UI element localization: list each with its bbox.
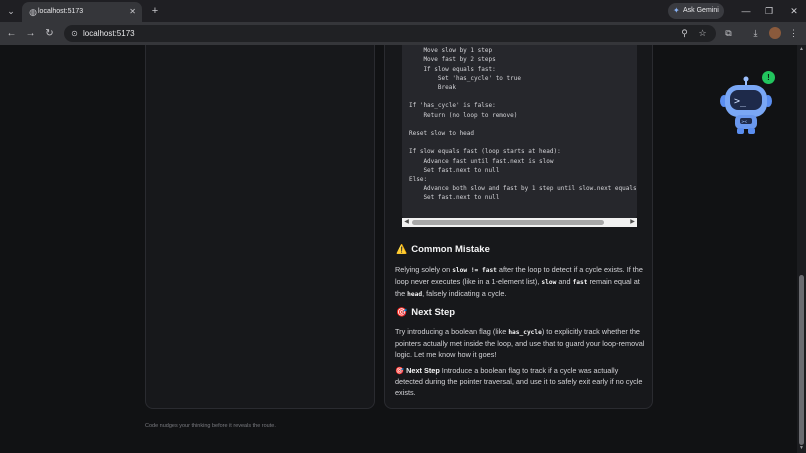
profile-avatar[interactable] <box>769 27 781 39</box>
browser-tab[interactable]: ◍ localhost:5173 ✕ <box>22 2 142 22</box>
tab-strip: ⌄ ◍ localhost:5173 ✕ + ✦ Ask Gemini — ❐ … <box>0 0 806 22</box>
pseudocode-block: While fast and fast.next are not null: M… <box>402 45 637 219</box>
svg-text:><: >< <box>742 120 748 125</box>
left-panel <box>145 45 375 409</box>
robot-mascot-icon[interactable]: >_ >< <box>718 75 774 135</box>
target-icon: 🎯 <box>396 307 408 317</box>
pseudocode-text: While fast and fast.next are not null: M… <box>409 47 637 202</box>
browser-menu-icon[interactable]: ⋮ <box>787 27 800 40</box>
inline-code: slow <box>541 279 557 287</box>
target-icon: 🎯 <box>395 366 405 375</box>
back-icon[interactable]: ← <box>5 27 18 40</box>
browser-toolbar: ← → ↻ ⊙ localhost:5173 ⚲ ☆ ⧉ ⤓ ⋮ <box>0 22 806 45</box>
footer-note: Code nudges your thinking before it reve… <box>145 423 276 429</box>
scroll-up-icon[interactable]: ▲ <box>797 45 806 54</box>
inline-code: fast <box>572 279 588 287</box>
common-mistake-text: Relying solely on slow != fast after the… <box>395 264 645 301</box>
next-step-summary: 🎯 Next Step Introduce a boolean flag to … <box>395 365 645 399</box>
tab-search-icon[interactable]: ⌄ <box>4 4 18 18</box>
globe-icon: ◍ <box>29 7 37 17</box>
inline-code: head <box>407 291 423 299</box>
next-step-heading: 🎯 Next Step <box>396 305 455 320</box>
warning-icon: ⚠️ <box>396 244 408 254</box>
inline-code: slow != fast <box>452 267 497 274</box>
reload-icon[interactable]: ↻ <box>43 27 56 40</box>
zoom-icon[interactable]: ⚲ <box>678 27 691 40</box>
ask-gemini-label: Ask Gemini <box>683 7 719 14</box>
bookmark-star-icon[interactable]: ☆ <box>696 27 709 40</box>
address-bar[interactable]: ⊙ localhost:5173 ⚲ ☆ <box>64 25 716 42</box>
new-tab-button[interactable]: + <box>148 4 162 18</box>
minimize-icon[interactable]: — <box>739 4 753 18</box>
downloads-icon[interactable]: ⤓ <box>749 27 762 40</box>
summary-label: Next Step <box>406 366 440 375</box>
text-segment: Try introducing a boolean flag (like <box>395 327 509 336</box>
notification-badge[interactable]: ! <box>762 71 775 84</box>
common-mistake-heading: ⚠️ Common Mistake <box>396 242 490 257</box>
url-text[interactable]: localhost:5173 <box>83 27 135 40</box>
ask-gemini-button[interactable]: ✦ Ask Gemini <box>668 3 724 19</box>
page-scrollbar-thumb[interactable] <box>799 275 804 445</box>
text-segment: and <box>556 277 573 287</box>
next-step-title: Next Step <box>411 307 456 318</box>
common-mistake-title: Common Mistake <box>411 244 490 255</box>
text-segment: , falsely indicating a cycle. <box>422 289 507 299</box>
gemini-icon: ✦ <box>673 6 680 15</box>
forward-icon[interactable]: → <box>24 27 37 40</box>
tab-title: localhost:5173 <box>38 8 84 15</box>
maximize-icon[interactable]: ❐ <box>762 4 776 18</box>
page-content: While fast and fast.next are not null: M… <box>0 45 806 453</box>
code-scrollbar-thumb[interactable] <box>412 220 604 225</box>
tab-close-icon[interactable]: ✕ <box>129 6 136 18</box>
page-vertical-scrollbar[interactable]: ▲ ▼ <box>797 45 806 453</box>
next-step-text: Try introducing a boolean flag (like has… <box>395 326 645 361</box>
text-segment: Relying solely on <box>395 265 453 274</box>
site-info-icon[interactable]: ⊙ <box>69 28 80 39</box>
scroll-right-icon[interactable]: ▶ <box>628 218 637 227</box>
code-horizontal-scrollbar[interactable]: ◀ ▶ <box>402 218 637 227</box>
scroll-down-icon[interactable]: ▼ <box>797 444 806 453</box>
extensions-icon[interactable]: ⧉ <box>722 27 735 40</box>
scroll-left-icon[interactable]: ◀ <box>402 218 411 227</box>
window-close-icon[interactable]: ✕ <box>787 4 801 18</box>
inline-code: has_cycle <box>508 329 542 336</box>
svg-text:>_: >_ <box>734 96 747 107</box>
